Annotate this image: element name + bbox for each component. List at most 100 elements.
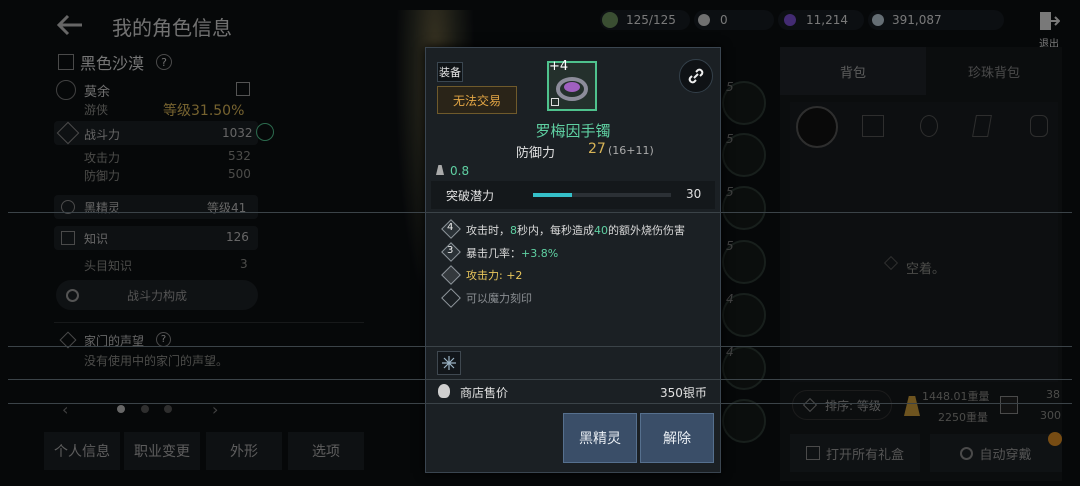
shard-value: 11,214 bbox=[806, 13, 848, 27]
effect-2: 暴击几率：+3.8% bbox=[466, 245, 558, 261]
power-badge-icon bbox=[256, 123, 274, 141]
divider bbox=[8, 379, 1072, 380]
knowledge-value: 126 bbox=[226, 230, 249, 244]
level-text: 等级31.50% bbox=[163, 103, 245, 119]
open-gifts-button[interactable]: 打开所有礼盒 bbox=[790, 434, 920, 472]
class-name: 游侠 bbox=[84, 103, 109, 117]
tab-class-change[interactable]: 职业变更 bbox=[124, 432, 200, 470]
crystal-slot-2-num: 3 bbox=[447, 245, 454, 256]
shard-icon bbox=[784, 14, 796, 26]
effect-2-label: 暴击几率： bbox=[466, 247, 521, 260]
class-icon bbox=[56, 80, 76, 100]
slot-number: 5 bbox=[726, 132, 734, 146]
atk-value: 532 bbox=[228, 149, 251, 163]
help-icon[interactable]: ? bbox=[156, 54, 173, 70]
effect-2-value: +3.8% bbox=[521, 247, 559, 260]
def-label: 防御力 bbox=[84, 169, 121, 183]
pearl-icon bbox=[698, 14, 710, 26]
effect-1-post: 的额外烧伤伤害 bbox=[608, 224, 685, 237]
energy-value: 125/125 bbox=[626, 13, 676, 27]
tab-appearance[interactable]: 外形 bbox=[206, 432, 282, 470]
empty-text: 空着。 bbox=[906, 262, 946, 277]
effect-1-pre: 攻击时， bbox=[466, 224, 510, 237]
item-name: 罗梅因手镯 bbox=[535, 122, 611, 140]
back-arrow-icon[interactable] bbox=[52, 10, 88, 40]
page-dot[interactable] bbox=[141, 405, 149, 413]
lock-icon bbox=[551, 98, 559, 106]
char-name: 莫余 bbox=[84, 85, 111, 100]
breakthrough-label: 突破潜力 bbox=[446, 189, 495, 203]
compose-button[interactable]: 战斗力构成 bbox=[56, 280, 258, 310]
silver-value: 391,087 bbox=[892, 13, 942, 27]
fame-desc: 没有使用中的家门的声望。 bbox=[84, 354, 229, 368]
server-icon bbox=[58, 54, 74, 70]
slot-number: 5 bbox=[726, 80, 734, 94]
defense-detail: (16+11) bbox=[608, 144, 654, 157]
enhance-level: +4 bbox=[549, 59, 569, 74]
spirit-level: 等级41 bbox=[207, 201, 247, 215]
open-gifts-label: 打开所有礼盒 bbox=[825, 447, 904, 463]
def-value: 500 bbox=[228, 167, 251, 181]
refresh-icon bbox=[960, 446, 974, 460]
effect-3: 攻击力: +2 bbox=[466, 269, 523, 282]
tab-pearl-bag[interactable]: 珍珠背包 bbox=[926, 47, 1062, 95]
untradeable-tag: 无法交易 bbox=[437, 86, 517, 114]
notification-badge bbox=[1048, 432, 1062, 446]
divider bbox=[8, 403, 1072, 404]
atk-label: 攻击力 bbox=[84, 151, 121, 165]
currency-bar: 125/125 0 11,214 391,087 bbox=[600, 10, 1004, 30]
shop-price-value: 350银币 bbox=[660, 386, 707, 400]
slot-number: 5 bbox=[726, 185, 734, 199]
unequip-button[interactable]: 解除 bbox=[640, 413, 714, 463]
auto-wear-label: 自动穿戴 bbox=[979, 447, 1032, 463]
knowledge-sub-label: 头目知识 bbox=[84, 259, 133, 273]
magic-engrave-icon[interactable] bbox=[437, 351, 461, 375]
tab-personal-info[interactable]: 个人信息 bbox=[44, 432, 120, 470]
effect-1-mid: 秒内，每秒造成 bbox=[517, 224, 594, 237]
breakthrough-bar bbox=[533, 193, 671, 197]
tab-options[interactable]: 选项 bbox=[288, 432, 364, 470]
silver-icon bbox=[872, 14, 884, 26]
page-dot[interactable] bbox=[164, 405, 172, 413]
defense-label: 防御力 bbox=[516, 146, 556, 161]
slot-number: 4 bbox=[726, 292, 734, 306]
auto-wear-button[interactable]: 自动穿戴 bbox=[930, 434, 1062, 472]
filter-all-icon[interactable] bbox=[796, 106, 838, 148]
effect-1: 攻击时，8秒内，每秒造成40的额外烧伤伤害 bbox=[466, 222, 685, 238]
link-icon bbox=[688, 68, 704, 84]
snowflake-icon bbox=[442, 356, 456, 370]
power-value: 1032 bbox=[222, 126, 253, 140]
filter-potion-icon[interactable] bbox=[1030, 115, 1048, 137]
gift-icon bbox=[805, 446, 820, 460]
slot-number: 5 bbox=[726, 239, 734, 253]
equip-slot[interactable] bbox=[722, 399, 766, 443]
exit-icon bbox=[1040, 12, 1061, 30]
breakthrough-bar-fill bbox=[533, 193, 572, 197]
power-label: 战斗力 bbox=[84, 128, 121, 142]
sort-icon bbox=[802, 397, 818, 413]
money-bag-icon bbox=[438, 384, 450, 398]
breakthrough-value: 30 bbox=[686, 187, 702, 201]
effect-1-hi1: 8 bbox=[510, 224, 517, 237]
black-spirit-button[interactable]: 黑精灵 bbox=[563, 413, 637, 463]
slot-current: 38 bbox=[1046, 388, 1060, 401]
sort-button[interactable]: 排序: 等级 bbox=[792, 390, 892, 420]
fame-help-icon[interactable]: ? bbox=[156, 332, 171, 347]
divider bbox=[54, 322, 364, 323]
weight-max: 2250重量 bbox=[938, 411, 988, 424]
divider bbox=[8, 212, 1072, 213]
filter-accessory-icon[interactable] bbox=[920, 115, 938, 137]
exit-button[interactable]: 退出 bbox=[1036, 10, 1062, 50]
search-icon bbox=[66, 288, 79, 302]
edit-icon[interactable] bbox=[236, 82, 250, 96]
effect-1-hi2: 40 bbox=[594, 224, 608, 237]
item-weight: 0.8 bbox=[450, 164, 470, 178]
page-dot-active[interactable] bbox=[117, 405, 125, 413]
defense-value: 27 bbox=[588, 141, 606, 157]
tab-bag[interactable]: 背包 bbox=[780, 47, 926, 95]
divider bbox=[8, 346, 1072, 347]
crossed-slot-icon bbox=[441, 265, 461, 285]
server-name: 黑色沙漠 bbox=[80, 54, 145, 73]
filter-armor-icon[interactable] bbox=[862, 115, 884, 137]
link-button[interactable] bbox=[679, 59, 713, 93]
